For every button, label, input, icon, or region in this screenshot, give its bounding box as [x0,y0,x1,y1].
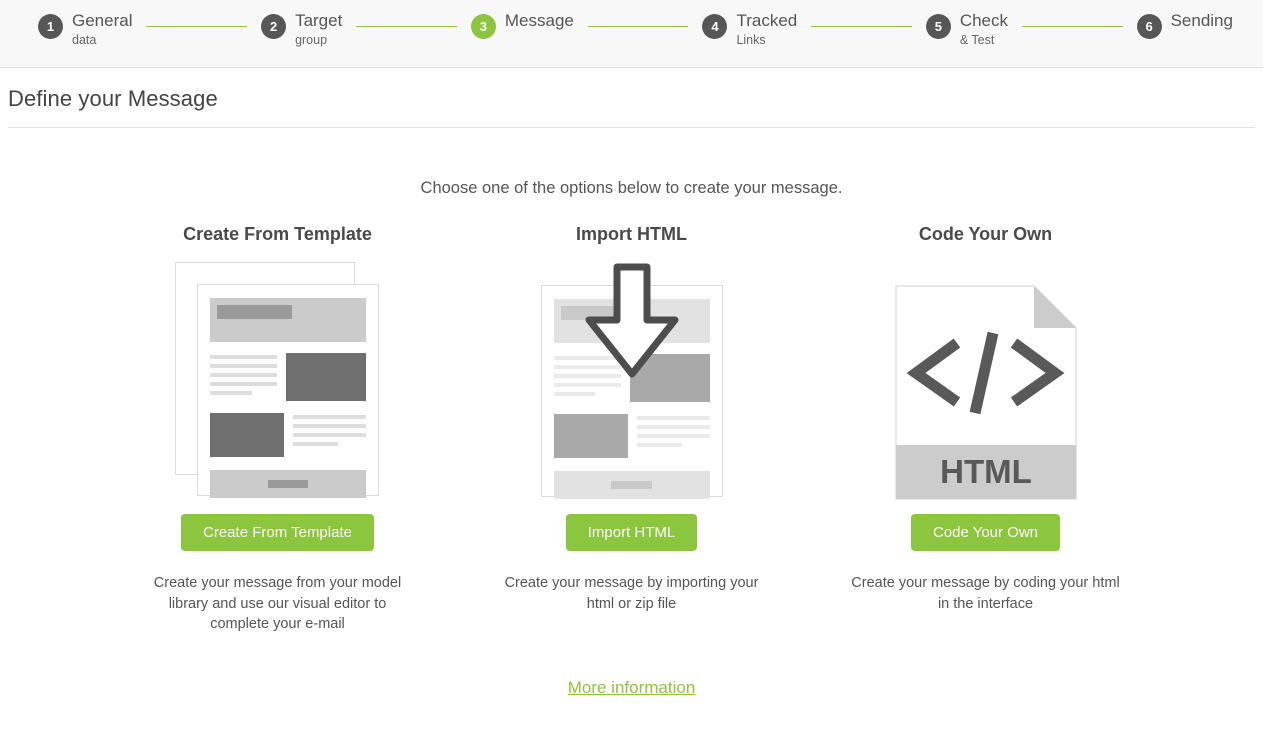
document-stack-icon [175,262,380,498]
import-footer-button [611,481,652,489]
step-tracked-links[interactable]: 4 Tracked Links [702,12,797,47]
option-description-code: Create your message by coding your html … [851,575,1120,612]
step-connector-3 [587,26,689,27]
template-line [293,424,366,428]
template-row-text-image [210,353,366,401]
template-footer-block [210,470,366,498]
template-hero-block [210,298,366,342]
step-general[interactable]: 1 General data [38,12,132,47]
template-hero-logo [217,305,293,319]
step-sending[interactable]: 6 Sending [1136,11,1233,39]
import-image-block [553,414,628,458]
option-description-import: Create your message by importing your ht… [504,575,759,612]
step-sub-target: group [295,32,328,47]
step-title-sending: Sending [1170,11,1233,30]
wizard-stepper: 1 General data 2 Target group 3 Message … [0,0,1263,68]
import-line [636,425,710,429]
page-title: Define your Message [8,86,218,111]
template-line [210,382,277,386]
option-create-from-template: Create From Template Create From Templat… [101,224,455,635]
step-connector-4 [811,26,912,27]
intro-text: Choose one of the options below to creat… [420,179,843,197]
template-line [210,364,277,368]
step-title-tracked: Tracked [736,11,798,30]
step-badge-1: 1 [38,14,63,39]
import-text-lines [636,414,710,458]
download-arrow-document-icon [540,262,723,499]
template-line [210,373,277,377]
template-line [210,355,277,359]
step-badge-4: 4 [702,14,728,39]
option-art-import [455,262,809,514]
step-title-general: General [72,11,133,30]
template-text-lines [293,413,366,457]
option-import-html: Import HTML Import HTML Create your mess… [455,224,809,635]
template-image-block [286,353,366,401]
template-text-lines [210,353,277,401]
download-arrow-icon [585,263,678,378]
step-sub-general: data [72,32,97,47]
import-line [636,434,710,438]
template-footer-button [267,480,309,488]
more-information-wrap: More information [0,678,1263,698]
template-row-image-text [210,413,366,457]
template-line [293,433,366,437]
option-list: Create From Template Create From Templat… [0,224,1263,635]
import-line [636,416,710,420]
page-header: Define your Message [0,68,1263,128]
template-line [210,391,252,395]
template-line [293,415,366,419]
step-sub-tracked: Links [736,32,766,47]
step-title-message: Message [504,11,574,30]
create-from-template-button[interactable]: Create From Template [181,514,374,551]
step-connector-1 [146,26,248,27]
step-sub-check: & Test [959,32,995,47]
document-stack-front-page [197,284,379,498]
step-message[interactable]: 3 Message [470,11,574,39]
step-title-target: Target [295,11,343,30]
html-file-icon: HTML [894,285,1077,500]
import-html-button[interactable]: Import HTML [565,514,698,551]
option-heading-code: Code Your Own [918,224,1053,244]
option-art-code: HTML [809,262,1163,514]
option-art-template [101,262,455,514]
template-image-block [210,413,284,457]
import-footer-block [553,471,710,499]
more-information-link[interactable]: More information [568,678,696,697]
import-line [636,443,682,447]
option-code-your-own: Code Your Own HTML Code Your Own Create … [809,224,1163,635]
step-badge-3: 3 [470,14,496,39]
option-heading-import: Import HTML [576,224,687,244]
step-check-test[interactable]: 5 Check & Test [925,11,1008,47]
step-title-check: Check [959,11,1008,30]
template-line [293,442,339,446]
option-heading-template: Create From Template [183,224,372,244]
import-row-image-text [553,414,710,458]
step-badge-5: 5 [925,14,951,39]
html-file-label: HTML [940,453,1032,490]
step-target[interactable]: 2 Target group [261,12,342,47]
step-badge-6: 6 [1136,14,1162,39]
step-badge-2: 2 [261,14,287,39]
option-description-template: Create your message from your model libr… [153,575,402,633]
step-connector-2 [356,26,457,27]
title-divider [8,127,1255,128]
code-your-own-button[interactable]: Code Your Own [910,514,1061,551]
step-connector-5 [1022,26,1123,27]
html-file-graphic: HTML [894,285,1077,500]
